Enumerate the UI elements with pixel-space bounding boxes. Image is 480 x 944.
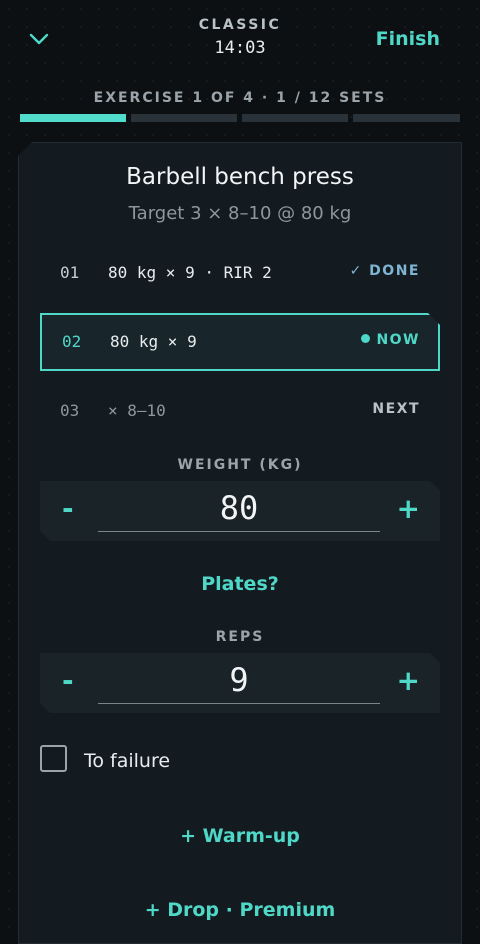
dot-icon <box>361 334 370 343</box>
set-row-current[interactable]: 02 80 kg × 9 NOW <box>40 313 440 371</box>
set-status-next: NEXT <box>372 401 420 417</box>
set-number: 03 <box>60 401 80 420</box>
exercise-name: Barbell bench press <box>126 164 354 190</box>
exercise-target: Target 3 × 8–10 @ 80 kg <box>128 203 352 224</box>
set-status-now: NOW <box>361 332 420 348</box>
plates-link[interactable]: Plates? <box>0 573 480 595</box>
set-row-done[interactable]: 01 80 kg × 9 · RIR 2 ✓ DONE <box>40 244 440 302</box>
finish-button[interactable]: Finish <box>376 28 440 50</box>
reps-input[interactable]: 9 <box>98 659 380 704</box>
reps-decrement-button[interactable]: - <box>62 663 74 699</box>
weight-label: WEIGHT (KG) <box>177 457 303 473</box>
to-failure-checkbox[interactable] <box>40 745 67 772</box>
reps-increment-button[interactable]: + <box>397 663 420 699</box>
progress-segment <box>353 114 460 122</box>
set-status-label: NOW <box>376 332 420 348</box>
reps-stepper: - 9 + <box>40 653 440 713</box>
set-number: 01 <box>60 263 80 282</box>
header: CLASSIC 14:03 Finish <box>0 0 480 80</box>
set-description: × 8–10 <box>108 401 166 420</box>
set-description: 80 kg × 9 <box>110 332 197 351</box>
set-number: 02 <box>62 332 82 351</box>
set-description: 80 kg × 9 · RIR 2 <box>108 263 272 282</box>
weight-increment-button[interactable]: + <box>397 491 420 527</box>
weight-decrement-button[interactable]: - <box>62 491 74 527</box>
reps-label: REPS <box>215 629 265 645</box>
set-row-next[interactable]: 03 × 8–10 NEXT <box>40 382 440 440</box>
progress-label: EXERCISE 1 OF 4 · 1 / 12 SETS <box>93 90 387 106</box>
to-failure-label[interactable]: To failure <box>84 750 170 772</box>
weight-input[interactable]: 80 <box>98 487 380 532</box>
add-drop-set-button[interactable]: + Drop · Premium <box>0 899 480 921</box>
progress-segment <box>20 114 126 122</box>
progress-segment <box>242 114 348 122</box>
weight-stepper: - 80 + <box>40 481 440 541</box>
set-status-done: ✓ DONE <box>349 263 420 279</box>
progress-segment <box>131 114 237 122</box>
add-warmup-button[interactable]: + Warm-up <box>0 825 480 847</box>
